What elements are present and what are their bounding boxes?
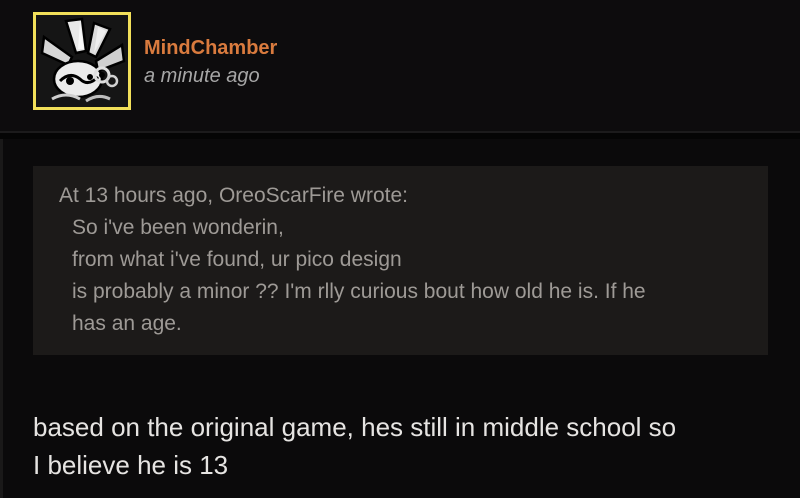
post-header: MindChamber a minute ago [0,0,800,133]
header-divider [0,133,800,139]
quote-line: has an age. [72,312,182,335]
quote-text: So i've been wonderin, from what i've fo… [59,212,768,340]
crystal-creature-avatar-icon [36,15,128,107]
post-left-border [0,139,3,498]
forum-post: MindChamber a minute ago At 13 hours ago… [0,0,800,498]
quote-attribution: At 13 hours ago, OreoScarFire wrote: [59,184,408,207]
quote-line: is probably a minor ?? I'm rlly curious … [72,280,646,303]
post-body-line: I believe he is 13 [33,450,229,480]
post-body: based on the original game, hes still in… [33,408,783,484]
user-avatar[interactable] [33,12,131,110]
post-body-line: based on the original game, hes still in… [33,412,677,442]
post-timestamp: a minute ago [144,65,260,87]
author-username[interactable]: MindChamber [144,37,277,60]
quote-line: So i've been wonderin, [72,216,284,239]
quote-block: At 13 hours ago, OreoScarFire wrote: So … [33,166,768,355]
quote-line: from what i've found, ur pico design [72,248,402,271]
